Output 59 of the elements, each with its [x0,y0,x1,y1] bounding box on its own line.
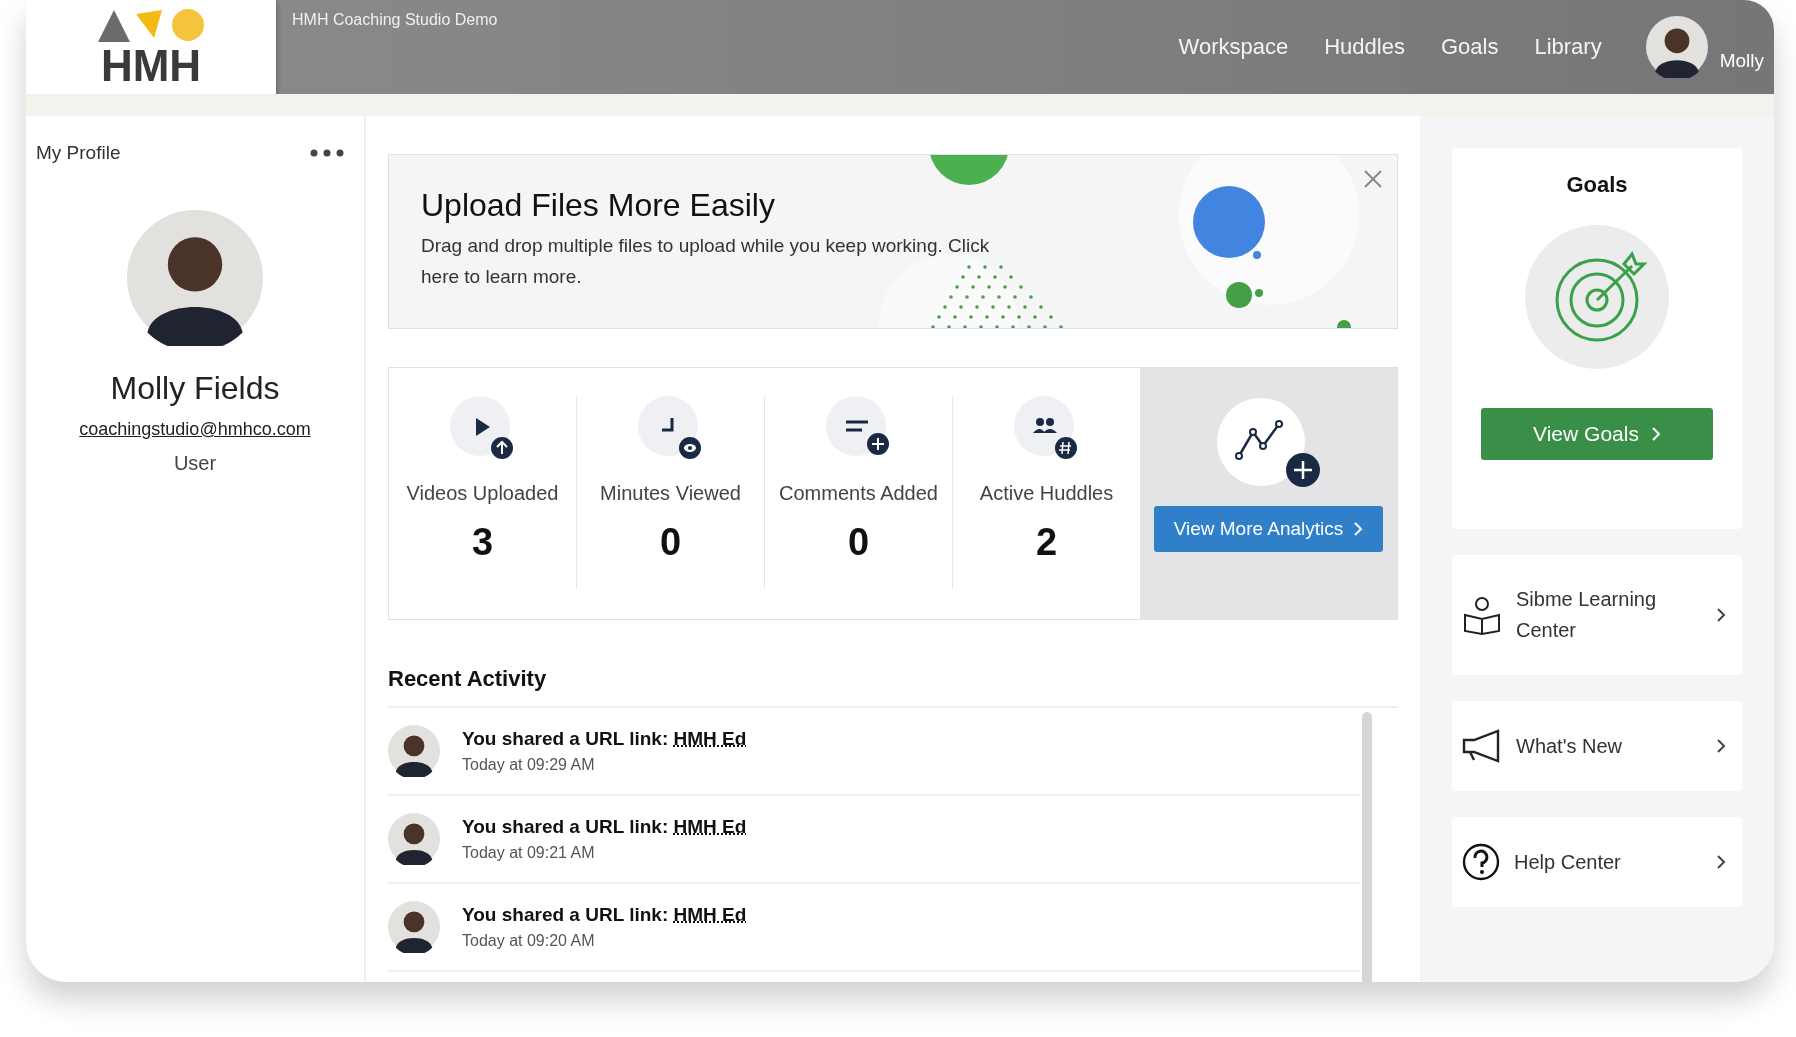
nav-link[interactable]: Goals [1440,34,1499,60]
minutes-stat-icon [637,396,704,462]
nav-link[interactable]: Workspace [1178,34,1289,60]
brand-name: HMH [100,44,202,88]
avatar [1645,16,1708,78]
resource-link[interactable]: What's New [1452,701,1742,791]
banner-text: Drag and drop multiple files to upload while you keep working. Click here to learn more. [421,234,991,289]
resource-link[interactable]: Help Center [1452,817,1742,907]
chevron-icon [1716,738,1726,754]
chevron-icon [1353,521,1364,537]
activity-time: Today at 09:20 AM [462,932,596,950]
activity-link[interactable]: HMH Ed [673,904,747,925]
nav-link[interactable]: Library [1534,34,1602,60]
activity-text: You shared a URL link: HMH Ed [462,728,747,750]
activity-avatar [388,901,440,953]
help-icon [1462,843,1500,881]
stat-label: Videos Uploaded [406,482,559,505]
line-chart-icon [1216,398,1321,490]
banner[interactable]: Upload Files More Easily Drag and drop multiple files to upload while you keep working. Click here to learn more. [388,154,1398,329]
logo-shapes-icon [96,6,206,44]
activity-text: You shared a URL link: HMH Ed [462,904,747,926]
reader-icon [1462,595,1502,635]
view-goals-button[interactable]: View Goals [1481,408,1713,460]
section-title: Recent Activity [388,666,1398,708]
activity-link[interactable]: HMH Ed [673,816,747,837]
stat-label: Comments Added [779,482,938,505]
stat-value: 2 [1035,521,1058,564]
chevron-icon [1716,607,1726,623]
app-title: HMH Coaching Studio Demo [291,10,499,30]
activity-text: You shared a URL link: HMH Ed [462,816,747,838]
video-stat-icon [449,396,516,462]
card-title: Goals [1566,172,1628,198]
nav-link[interactable]: Huddles [1324,34,1405,60]
chevron-icon [1650,426,1661,442]
stat-value: 3 [471,521,494,564]
email-link[interactable]: coachingstudio@hmhco.com [79,419,311,440]
stat-label: Minutes Viewed [600,482,741,505]
banner-title: Upload Files More Easily [421,187,776,224]
analytics-button[interactable]: View More Analytics [1153,506,1384,552]
activity-time: Today at 09:29 AM [462,756,596,774]
profile-name: Molly Fields [110,370,280,407]
target-icon [1524,224,1670,370]
huddles-stat-icon [1013,396,1080,462]
activity-link[interactable]: HMH Ed [673,728,747,749]
activity-avatar [388,725,440,777]
more-icon[interactable] [310,149,344,157]
stat-label: Active Huddles [979,482,1114,505]
user-name[interactable]: Molly [1719,50,1764,72]
user-role: User [173,452,217,475]
scrollbar[interactable] [1362,712,1372,982]
logo[interactable]: HMH [26,0,276,94]
panel-title: My Profile [36,142,121,164]
chevron-icon [1716,854,1726,870]
stat-value: 0 [659,521,682,564]
activity-avatar [388,813,440,865]
stat-value: 0 [847,521,870,564]
megaphone-icon [1462,729,1502,763]
activity-time: Today at 09:21 AM [462,844,596,862]
resource-link[interactable]: Sibme Learning Center [1452,555,1742,675]
